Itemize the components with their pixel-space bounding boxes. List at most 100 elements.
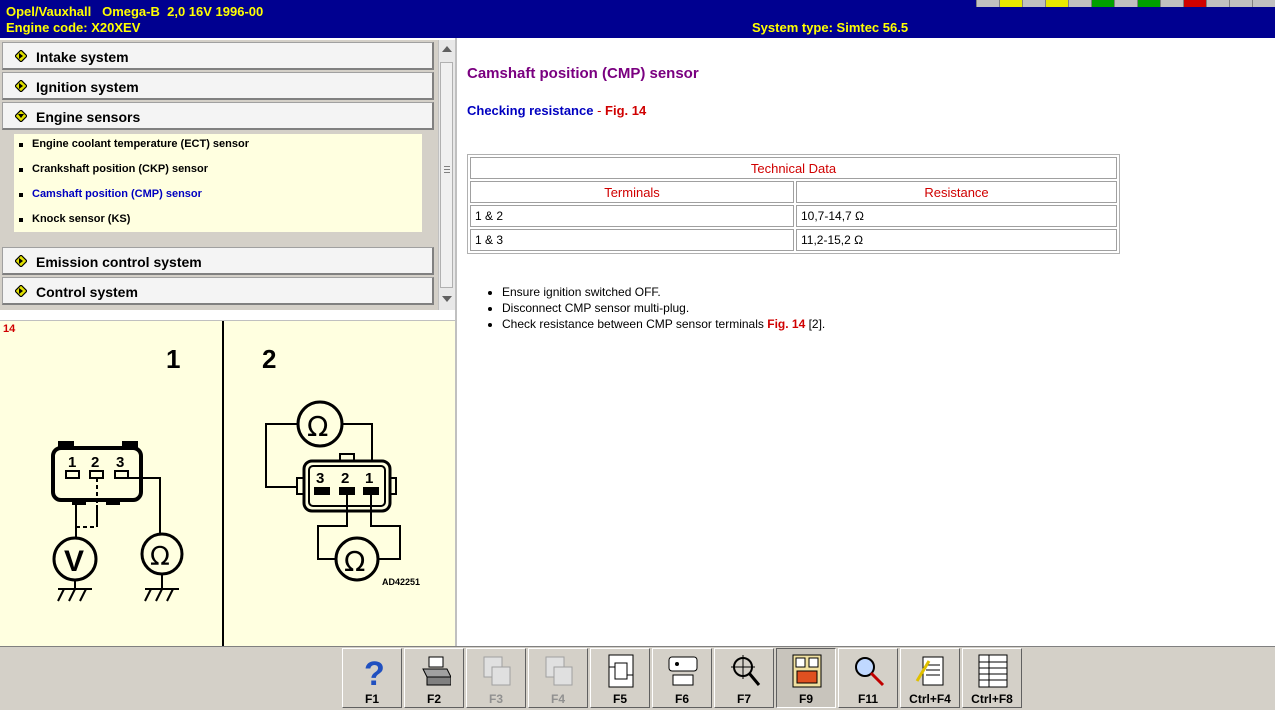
engine-code: Engine code: X20XEV: [6, 20, 141, 35]
system-menu: Intake system Ignition system Engine sen…: [0, 40, 438, 310]
voltmeter-label: V: [64, 545, 84, 578]
category-engine-sensors[interactable]: Engine sensors: [2, 102, 434, 130]
menu-scrollbar[interactable]: [438, 40, 455, 310]
figure-link[interactable]: Fig. 14: [605, 103, 646, 118]
pin-label: 1: [68, 454, 76, 471]
step-item: Ensure ignition switched OFF.: [502, 284, 825, 300]
key-label: F9: [798, 692, 813, 706]
bullet-icon: [19, 193, 23, 197]
column-header-resistance: Resistance: [796, 181, 1117, 203]
scroll-down-icon[interactable]: [442, 296, 452, 302]
toolbar-button[interactable]: [999, 0, 1022, 7]
toolbar-button[interactable]: [1045, 0, 1068, 7]
category-emission-control-system[interactable]: Emission control system: [2, 247, 434, 275]
list-item-label: Camshaft position (CMP) sensor: [32, 188, 202, 200]
fuse-icon: [792, 654, 822, 688]
procedure-steps: Ensure ignition switched OFF. Disconnect…: [462, 284, 825, 332]
title-bar: Opel/Vauxhall Omega-B 2,0 16V 1996-00 En…: [0, 0, 1275, 38]
toolbar-button[interactable]: [976, 0, 999, 7]
location-button[interactable]: F7: [714, 648, 774, 708]
toolbar-button[interactable]: [1091, 0, 1114, 7]
page-title: Camshaft position (CMP) sensor: [467, 65, 699, 82]
notes-button[interactable]: Ctrl+F4: [900, 648, 960, 708]
key-label: F6: [674, 692, 689, 706]
left-pane: Intake system Ignition system Engine sen…: [0, 38, 455, 646]
table-row: 1 & 2 10,7-14,7 Ω: [470, 205, 1117, 227]
list-button[interactable]: Ctrl+F8: [962, 648, 1022, 708]
table-row: 1 & 3 11,2-15,2 Ω: [470, 229, 1117, 251]
toolbar-button[interactable]: [1114, 0, 1137, 7]
wiring-icon: [608, 654, 634, 688]
figure-panel: 14 1 2 1 2 3 V Ω Ω 3 2 1 Ω AD42251: [0, 320, 455, 646]
toolbar-button[interactable]: [1183, 0, 1206, 7]
key-label: Ctrl+F4: [909, 692, 951, 706]
f3-button[interactable]: F3: [466, 648, 526, 708]
pin-label: 2: [91, 454, 99, 471]
toolbar-button[interactable]: [1252, 0, 1275, 7]
toolbar-strip: [976, 0, 1275, 7]
panel-1-label: 1: [166, 344, 180, 374]
separator: -: [593, 103, 606, 118]
fuse-button[interactable]: F9: [776, 648, 836, 708]
connector-button[interactable]: F6: [652, 648, 712, 708]
location-icon: [731, 655, 761, 686]
figure-code: AD42251: [382, 577, 420, 587]
key-label: F4: [550, 692, 565, 706]
toolbar-button[interactable]: [1068, 0, 1091, 7]
arrow-right-icon: [15, 80, 27, 92]
toolbar-button[interactable]: [1206, 0, 1229, 7]
toolbar-button[interactable]: [1160, 0, 1183, 7]
check-label: Checking resistance: [467, 103, 594, 118]
function-key-bar: ? F1 F2 F3 F4 F5 F6 F7 F9 F11 Ctrl+F4 Ct…: [0, 646, 1275, 710]
pin-label: 3: [316, 470, 324, 487]
f4-button[interactable]: F4: [528, 648, 588, 708]
ohmmeter-label: Ω: [344, 545, 365, 578]
column-header-terminals: Terminals: [470, 181, 794, 203]
category-ignition-system[interactable]: Ignition system: [2, 72, 434, 100]
key-label: F5: [612, 692, 627, 706]
toolbar-button[interactable]: [1022, 0, 1045, 7]
cell-resistance: 11,2-15,2 Ω: [796, 229, 1117, 251]
list-item-active[interactable]: Camshaft position (CMP) sensor: [19, 188, 202, 200]
toolbar-button[interactable]: [1137, 0, 1160, 7]
cell-resistance: 10,7-14,7 Ω: [796, 205, 1117, 227]
arrow-down-icon: [15, 110, 27, 122]
key-label: F1: [364, 692, 379, 706]
key-label: Ctrl+F8: [971, 692, 1013, 706]
system-type: System type: Simtec 56.5: [752, 20, 909, 35]
content-pane: Camshaft position (CMP) sensor Checking …: [455, 38, 1275, 646]
panel-2-label: 2: [262, 344, 276, 374]
scroll-up-icon[interactable]: [442, 46, 452, 52]
key-label: F11: [857, 692, 878, 706]
list-item[interactable]: Crankshaft position (CKP) sensor: [19, 163, 208, 175]
printer-icon: [422, 656, 451, 686]
list-icon: [978, 654, 1008, 688]
list-item[interactable]: Knock sensor (KS): [19, 213, 130, 225]
table-caption: Technical Data: [470, 157, 1117, 179]
bullet-icon: [19, 218, 23, 222]
category-label: Engine sensors: [36, 109, 141, 125]
pin-label: 3: [116, 454, 124, 471]
figure-link[interactable]: Fig. 14: [767, 317, 805, 331]
category-control-system[interactable]: Control system: [2, 277, 434, 305]
search-button[interactable]: F11: [838, 648, 898, 708]
toolbar-button[interactable]: [1229, 0, 1252, 7]
print-button[interactable]: F2: [404, 648, 464, 708]
list-item[interactable]: Engine coolant temperature (ECT) sensor: [19, 138, 249, 150]
svg-text:?: ?: [364, 655, 385, 689]
help-icon: ?: [364, 655, 385, 689]
step-tail: [2].: [805, 317, 826, 331]
component-icon: [483, 656, 511, 686]
ohmmeter-label: Ω: [150, 542, 170, 572]
category-intake-system[interactable]: Intake system: [2, 42, 434, 70]
wiring-button[interactable]: F5: [590, 648, 650, 708]
help-button[interactable]: ? F1: [342, 648, 402, 708]
key-label: F2: [426, 692, 441, 706]
category-label: Emission control system: [36, 254, 202, 270]
key-label: F3: [488, 692, 503, 706]
category-label: Control system: [36, 284, 138, 300]
scroll-thumb[interactable]: [440, 62, 453, 288]
step-item: Check resistance between CMP sensor term…: [502, 316, 825, 332]
notes-icon: [915, 656, 944, 686]
component-icon: [545, 656, 573, 686]
